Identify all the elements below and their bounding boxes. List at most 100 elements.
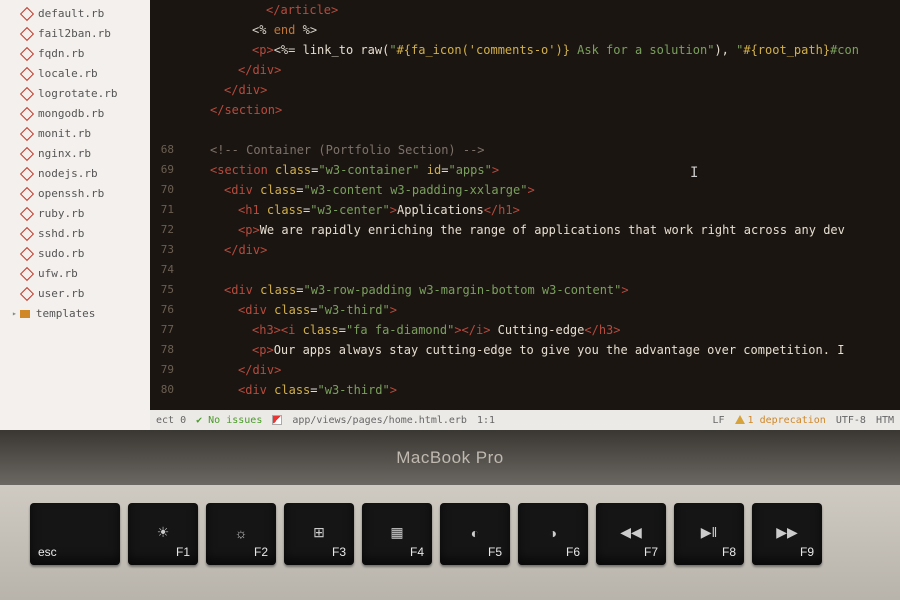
code-line[interactable]: <div class="w3-row-padding w3-margin-bot… — [182, 280, 900, 300]
key-f1: ☀ F1 — [128, 503, 198, 565]
status-encoding[interactable]: UTF-8 — [836, 415, 866, 426]
key-label: F8 — [682, 545, 736, 559]
ruby-icon — [20, 27, 34, 41]
code-line[interactable]: <% end %> — [182, 20, 900, 40]
status-cursor-position[interactable]: 1:1 — [477, 415, 495, 426]
code-line[interactable]: <!-- Container (Portfolio Section) --> — [182, 140, 900, 160]
code-editor[interactable]: 68697071727374757677787980 </article><% … — [150, 0, 900, 430]
status-no-issues[interactable]: ✔ No issues — [196, 415, 262, 426]
key-label: esc — [38, 545, 57, 559]
file-item[interactable]: ruby.rb — [0, 204, 150, 224]
file-item[interactable]: logrotate.rb — [0, 84, 150, 104]
key-symbol-icon: ☀ — [136, 524, 190, 541]
key-symbol-icon: ◀◀ — [604, 524, 658, 541]
code-line[interactable]: <div class="w3-third"> — [182, 300, 900, 320]
code-line[interactable]: </div> — [182, 80, 900, 100]
file-item[interactable]: nginx.rb — [0, 144, 150, 164]
key-symbol-icon: ▶▶ — [760, 524, 814, 541]
key-f7: ◀◀ F7 — [596, 503, 666, 565]
code-line[interactable]: <div class="w3-third"> — [182, 380, 900, 400]
file-label: logrotate.rb — [38, 86, 117, 102]
status-project: ect 0 — [156, 415, 186, 426]
file-label: nodejs.rb — [38, 166, 98, 182]
file-item[interactable]: default.rb — [0, 4, 150, 24]
key-symbol-icon: ◑ — [526, 525, 580, 541]
ruby-icon — [20, 47, 34, 61]
key-symbol-icon: ▦ — [370, 524, 424, 541]
file-label: monit.rb — [38, 126, 91, 142]
text-cursor-icon: I — [690, 165, 699, 181]
folder-label: templates — [36, 306, 96, 322]
chevron-right-icon: ▸ — [12, 306, 17, 322]
file-item[interactable]: fqdn.rb — [0, 44, 150, 64]
code-line[interactable]: <div class="w3-content w3-padding-xxlarg… — [182, 180, 900, 200]
ruby-icon — [20, 167, 34, 181]
key-label: F7 — [604, 545, 658, 559]
code-line[interactable]: </div> — [182, 360, 900, 380]
code-line[interactable]: </div> — [182, 240, 900, 260]
code-area[interactable]: </article><% end %><p><%= link_to raw("#… — [182, 0, 900, 410]
key-f9: ▶▶ F9 — [752, 503, 822, 565]
file-tree-sidebar[interactable]: default.rbfail2ban.rb fqdn.rb locale.rb log… — [0, 0, 150, 430]
key-f3: ⊞ F3 — [284, 503, 354, 565]
laptop-deck: esc☀F1☼F2⊞F3▦F4◐F5◑F6◀◀F7▶‖F8▶▶F9 — [0, 485, 900, 600]
file-item[interactable]: user.rb — [0, 284, 150, 304]
key-label: F1 — [136, 545, 190, 559]
file-item[interactable]: ufw.rb — [0, 264, 150, 284]
file-item[interactable]: openssh.rb — [0, 184, 150, 204]
key-f4: ▦F4 — [362, 503, 432, 565]
file-item[interactable]: sshd.rb — [0, 224, 150, 244]
folder-icon — [20, 310, 30, 318]
code-line[interactable]: </section> — [182, 100, 900, 120]
key-label: F5 — [448, 545, 502, 559]
file-label: fqdn.rb — [38, 46, 84, 62]
key-f8: ▶‖ F8 — [674, 503, 744, 565]
file-label: sudo.rb — [38, 246, 84, 262]
file-label: user.rb — [38, 286, 84, 302]
ruby-icon — [20, 87, 34, 101]
file-label: nginx.rb — [38, 146, 91, 162]
folder-item-templates[interactable]: ▸ templates — [0, 304, 150, 324]
code-line[interactable] — [182, 120, 900, 140]
file-label: ufw.rb — [38, 266, 78, 282]
file-item[interactable]: sudo.rb — [0, 244, 150, 264]
key-symbol-icon: ▶‖ — [682, 524, 736, 541]
key-label: F9 — [760, 545, 814, 559]
status-filepath[interactable]: app/views/pages/home.html.erb — [292, 415, 467, 426]
key-f2: ☼ F2 — [206, 503, 276, 565]
status-square-icon[interactable] — [272, 415, 282, 425]
code-line[interactable]: <section class="w3-container" id="apps"> — [182, 160, 900, 180]
status-line-ending[interactable]: LF — [713, 415, 725, 426]
code-line[interactable]: <h1 class="w3-center">Applications</h1> — [182, 200, 900, 220]
code-line[interactable]: </div> — [182, 60, 900, 80]
file-label: openssh.rb — [38, 186, 104, 202]
code-line[interactable]: <p>We are rapidly enriching the range of… — [182, 220, 900, 240]
code-line[interactable]: <p>Our apps always stay cutting-edge to … — [182, 340, 900, 360]
keyboard-row: esc☀F1☼F2⊞F3▦F4◐F5◑F6◀◀F7▶‖F8▶▶F9 — [30, 503, 900, 565]
status-deprecation[interactable]: 1 deprecation — [735, 415, 826, 426]
code-line[interactable]: </article> — [182, 0, 900, 20]
key-label: F3 — [292, 545, 346, 559]
file-label: sshd.rb — [38, 226, 84, 242]
code-line[interactable] — [182, 260, 900, 280]
ruby-icon — [20, 227, 34, 241]
code-line[interactable]: <p><%= link_to raw("#{fa_icon('comments-… — [182, 40, 900, 60]
status-syntax[interactable]: HTM — [876, 415, 894, 426]
file-label: ruby.rb — [38, 206, 84, 222]
file-item[interactable]: mongodb.rb — [0, 104, 150, 124]
file-item[interactable]: nodejs.rb — [0, 164, 150, 184]
file-item[interactable]: monit.rb — [0, 124, 150, 144]
ruby-icon — [20, 187, 34, 201]
key-label: F2 — [214, 545, 268, 559]
key-symbol-icon: ⊞ — [292, 524, 346, 541]
laptop-brand-label: MacBook Pro — [396, 448, 504, 468]
ruby-icon — [20, 287, 34, 301]
file-item[interactable]: locale.rb — [0, 64, 150, 84]
ruby-icon — [20, 147, 34, 161]
code-line[interactable]: <h3><i class="fa fa-diamond"></i> Cuttin… — [182, 320, 900, 340]
status-bar: ect 0 ✔ No issues app/views/pages/home.h… — [150, 410, 900, 430]
key-symbol-icon: ☼ — [214, 525, 268, 541]
ruby-icon — [20, 127, 34, 141]
ruby-icon — [20, 267, 34, 281]
file-item[interactable]: fail2ban.rb — [0, 24, 150, 44]
